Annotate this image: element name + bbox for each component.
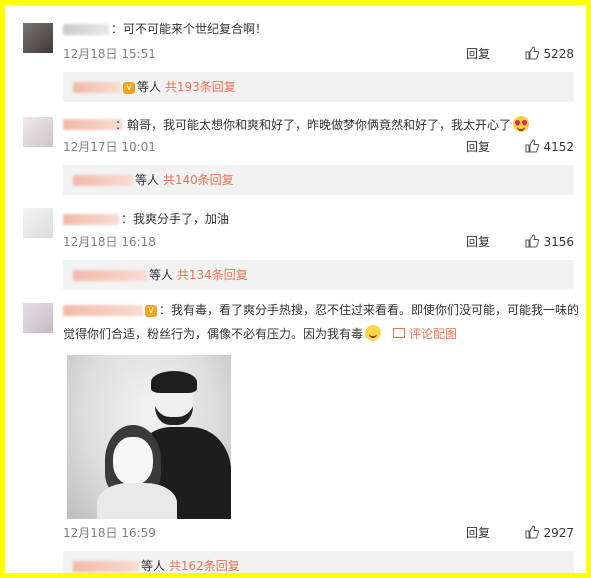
thumbs-up-icon [525, 525, 540, 539]
avatar[interactable] [23, 208, 53, 238]
comment-text-line1: V ：我有毒，看了爽分手热搜，忍不住过来看看。即使你们没可能，可能我一味的 [63, 301, 579, 319]
replies-summary[interactable]: 等人 共134条回复 [63, 260, 574, 290]
comment-text: ：翰哥，我可能太想你和爽和好了，昨晚做梦你俩竟然和好了，我太开心了 [115, 116, 570, 134]
username[interactable] [63, 305, 143, 316]
replies-count-link[interactable]: 共193条回复 [165, 80, 236, 94]
replies-count-link[interactable]: 共140条回复 [163, 173, 234, 187]
comment-date: 12月18日 16:59 [63, 526, 156, 540]
reply-usernames[interactable] [73, 561, 139, 572]
thumbs-up-icon [525, 46, 540, 60]
comment-meta: 12月18日 15:51 回复 5228 [63, 46, 574, 62]
comment-text-line2: 觉得你们合适，粉丝行为，偶像不必有压力。因为我有毒 评论配图 [63, 325, 458, 341]
avatar[interactable] [23, 23, 53, 53]
vip-badge-icon: V [123, 81, 135, 94]
like-button[interactable]: 5228 [525, 46, 574, 62]
like-button[interactable]: 2927 [525, 525, 574, 541]
replies-summary[interactable]: V 等人 共193条回复 [63, 72, 574, 102]
comment-date: 12月17日 10:01 [63, 140, 156, 154]
comment-meta: 12月18日 16:59 回复 2927 [63, 525, 574, 541]
username[interactable] [63, 24, 109, 35]
like-count: 2927 [543, 526, 574, 540]
picture-icon [393, 328, 406, 338]
comment-picture[interactable] [67, 355, 231, 519]
username[interactable] [63, 214, 119, 225]
thumbs-up-icon [525, 234, 540, 248]
laughing-emoji-icon [365, 325, 382, 341]
replies-summary[interactable]: 等人 共140条回复 [63, 165, 574, 195]
replies-count-link[interactable]: 共162条回复 [169, 559, 240, 573]
avatar[interactable] [23, 303, 53, 333]
comment-list: ：可不可能来个世纪复合啊！ 12月18日 15:51 回复 5228 V 等人 共… [0, 0, 591, 578]
comment-text: ：我爽分手了，加油 [63, 210, 570, 228]
reply-usernames[interactable] [73, 270, 147, 281]
comment-meta: 12月17日 10:01 回复 4152 [63, 139, 574, 155]
like-count: 4152 [543, 140, 574, 154]
avatar[interactable] [23, 117, 53, 147]
heart-eyes-emoji-icon [513, 116, 530, 132]
comment-date: 12月18日 16:18 [63, 235, 156, 249]
reply-usernames[interactable] [73, 82, 121, 93]
comment-picture-link[interactable]: 评论配图 [393, 327, 457, 341]
reply-button[interactable]: 回复 [466, 234, 490, 250]
like-count: 3156 [543, 235, 574, 249]
like-button[interactable]: 3156 [525, 234, 574, 250]
username[interactable] [63, 119, 123, 130]
comment-meta: 12月18日 16:18 回复 3156 [63, 234, 574, 250]
comment-text: ：可不可能来个世纪复合啊！ [63, 20, 570, 38]
replies-count-link[interactable]: 共134条回复 [177, 268, 248, 282]
comment-date: 12月18日 15:51 [63, 47, 156, 61]
reply-usernames[interactable] [73, 175, 133, 186]
like-button[interactable]: 4152 [525, 139, 574, 155]
reply-button[interactable]: 回复 [466, 525, 490, 541]
like-count: 5228 [543, 47, 574, 61]
vip-badge-icon: V [145, 304, 157, 317]
thumbs-up-icon [525, 139, 540, 153]
reply-button[interactable]: 回复 [466, 139, 490, 155]
reply-button[interactable]: 回复 [466, 46, 490, 62]
replies-summary[interactable]: 等人 共162条回复 [63, 551, 574, 573]
